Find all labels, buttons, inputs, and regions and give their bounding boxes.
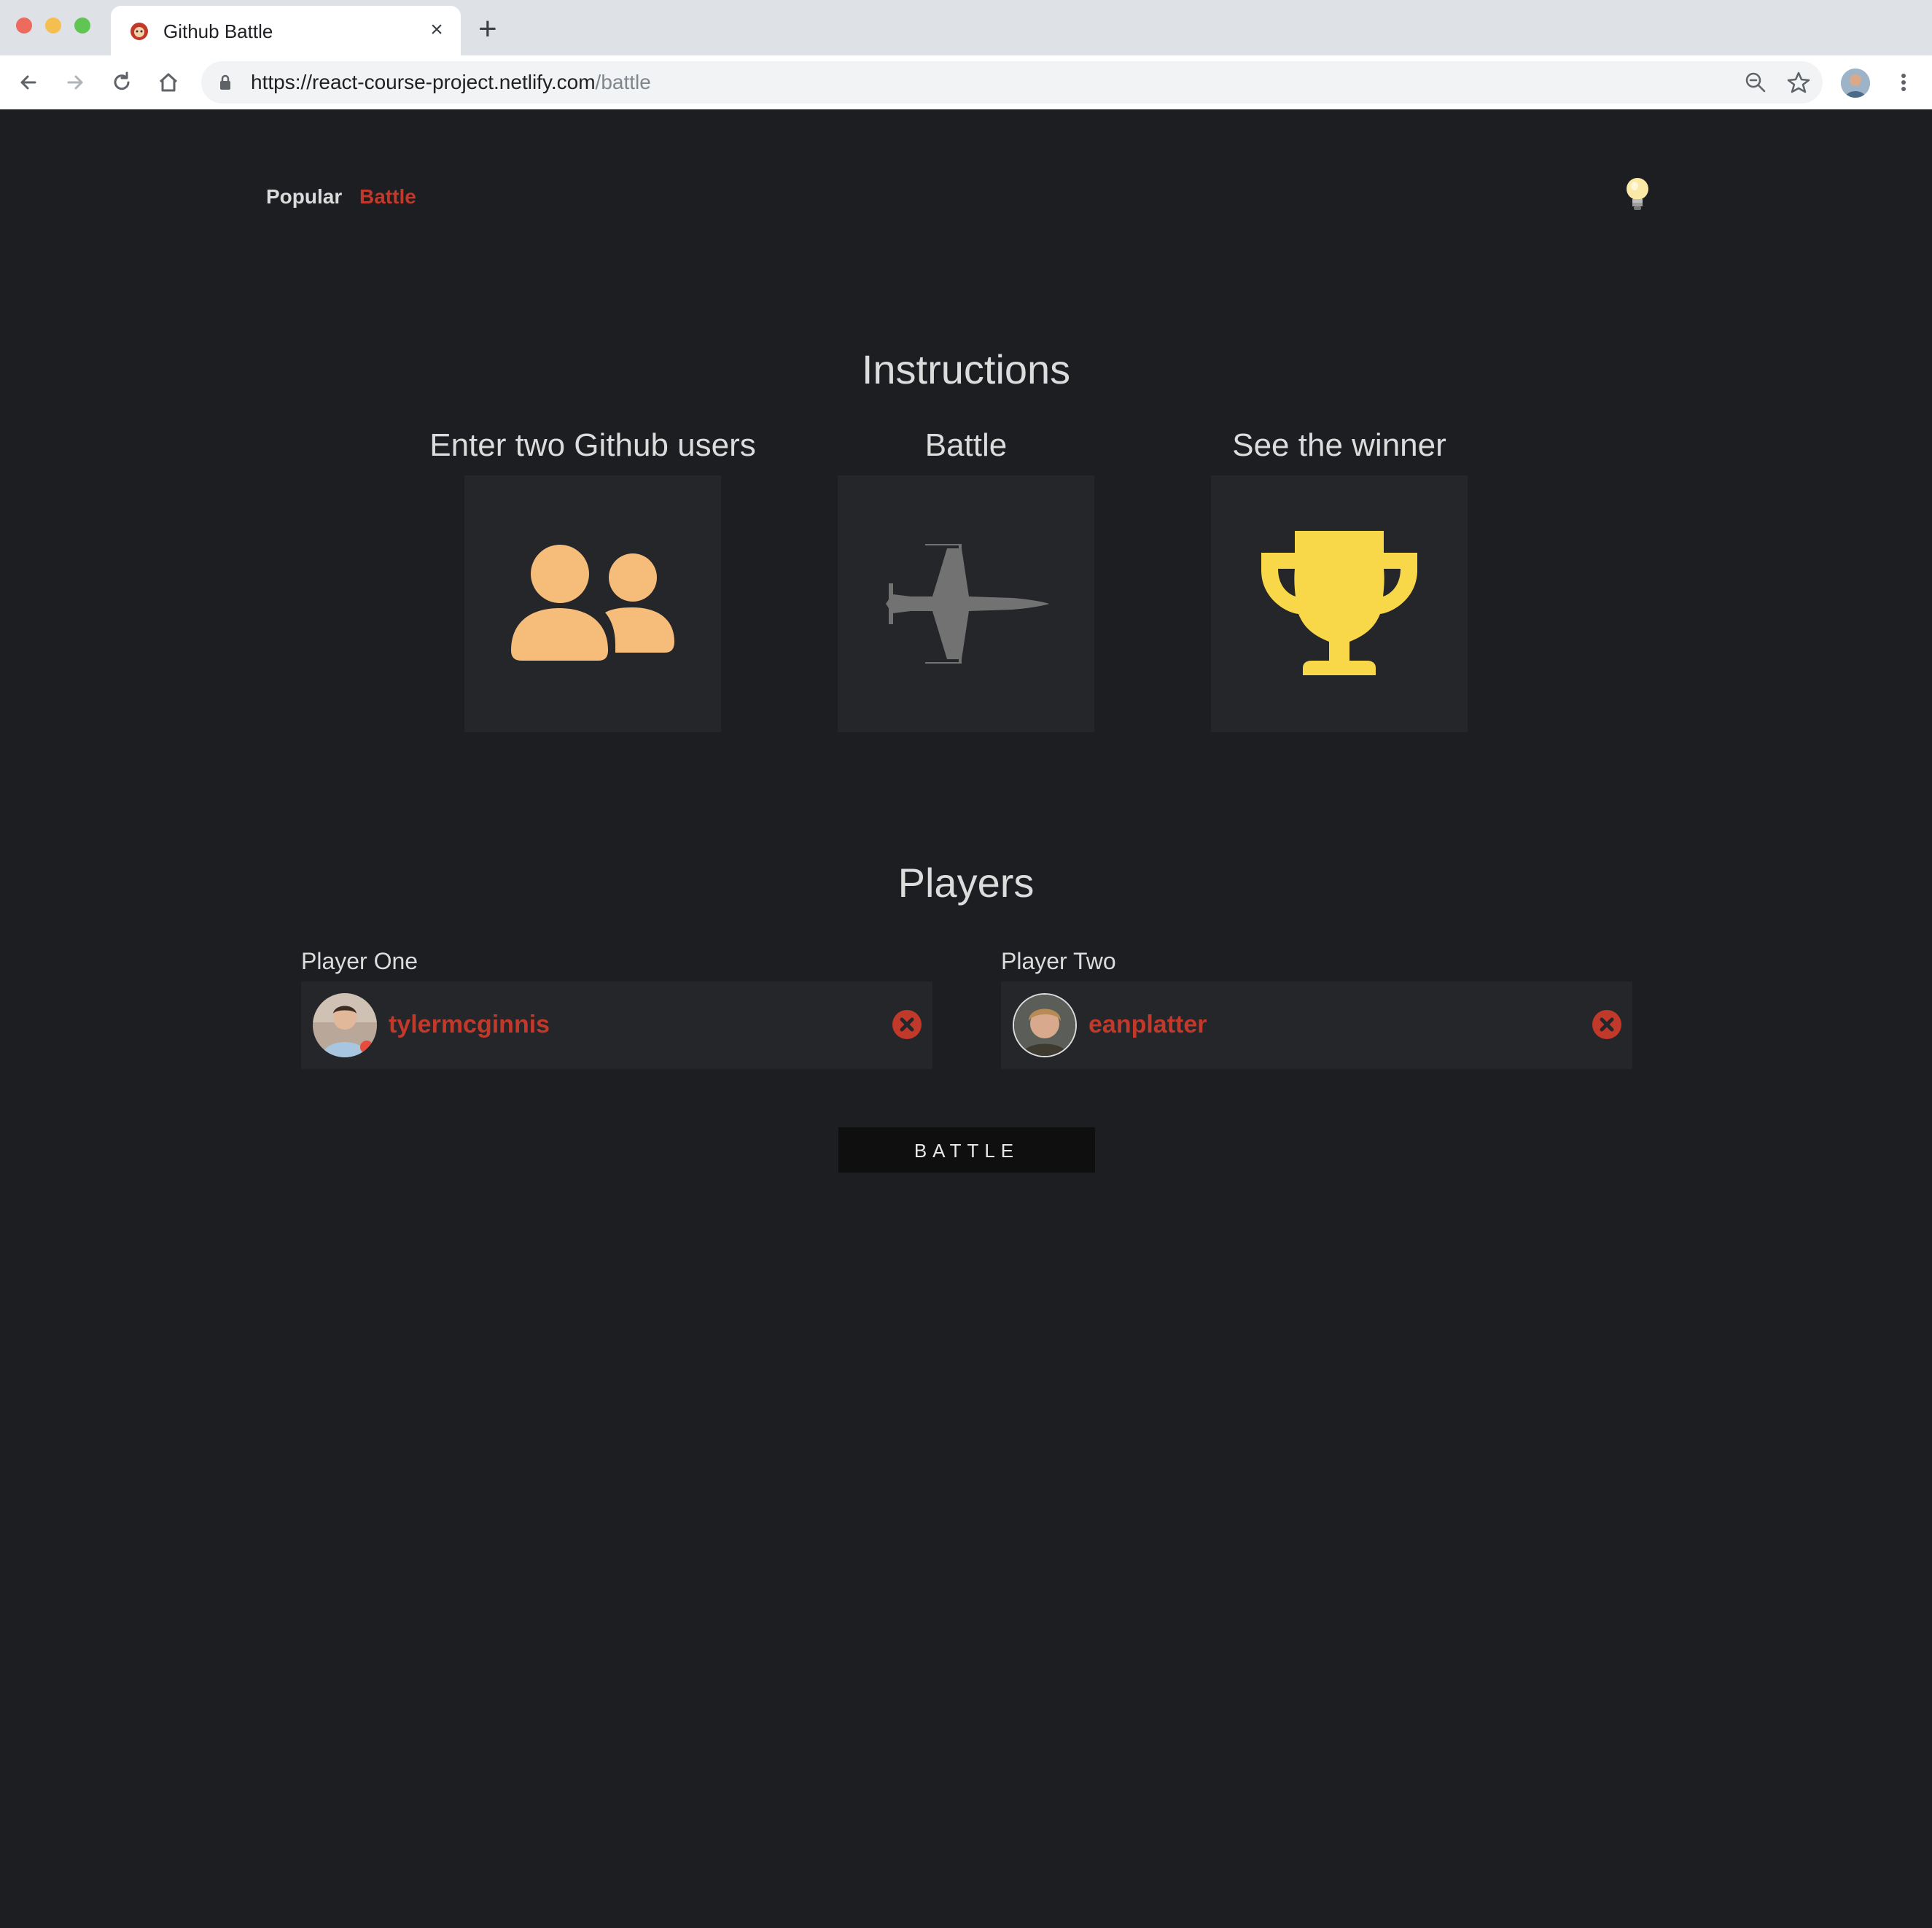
player-two-card: eanplatter [1001,982,1632,1069]
profile-avatar[interactable] [1841,69,1870,98]
browser-toolbar: https://react-course-project.netlify.com… [0,55,1932,110]
zoom-icon[interactable] [1744,71,1767,94]
address-bar[interactable]: https://react-course-project.netlify.com… [201,61,1823,104]
url-path: /battle [595,71,651,93]
main-nav: Popular Battle [266,185,428,209]
kebab-menu-icon[interactable] [1890,69,1917,96]
trophy-icon [1261,531,1417,675]
close-window-button[interactable] [16,18,32,34]
lock-icon [220,74,230,90]
player-two-label: Player Two [1001,948,1116,974]
home-icon[interactable] [155,69,182,96]
bookmark-star-icon[interactable] [1786,70,1811,95]
back-icon[interactable] [15,69,42,96]
nav-link-battle[interactable]: Battle [359,185,416,209]
nav-link-popular[interactable]: Popular [266,185,342,209]
step-see-winner: See the winner [1157,427,1522,732]
avatar [1013,993,1077,1057]
step-card [464,475,721,732]
browser-chrome: Github Battle × + https://react-course-p… [0,0,1932,110]
lightbulb-icon[interactable] [1624,176,1651,211]
step-card [838,475,1094,732]
url-text: https://react-course-project.netlify.com… [251,71,651,94]
tab-title: Github Battle [163,20,273,42]
url-host: https://react-course-project.netlify.com [251,71,596,93]
step-battle: Battle [784,427,1148,732]
step-label: See the winner [1232,427,1446,463]
player-one-label: Player One [301,948,418,974]
player-one-card: tylermcginnis [301,982,932,1069]
forward-icon[interactable] [61,69,89,96]
step-label: Battle [924,427,1008,463]
step-enter-users: Enter two Github users [410,427,775,732]
step-card [1211,475,1468,732]
remove-player-one-icon[interactable] [892,1009,922,1040]
reload-icon[interactable] [108,69,136,96]
minimize-window-button[interactable] [45,18,61,34]
player-two-username[interactable]: eanplatter [1088,1011,1207,1039]
tab-close-icon[interactable]: × [426,19,448,41]
instructions-title: Instructions [861,346,1071,392]
battle-button[interactable]: BATTLE [838,1127,1095,1173]
maximize-window-button[interactable] [74,18,90,34]
avatar [313,993,377,1057]
player-one-username[interactable]: tylermcginnis [389,1011,550,1039]
tab-strip: Github Battle × + [0,0,1932,55]
step-label: Enter two Github users [429,427,756,463]
page: Popular Battle Instructions Enter two Gi… [0,109,1932,1928]
fighter-jet-icon [886,544,1049,664]
browser-tab[interactable]: Github Battle × [111,6,461,55]
players-title: Players [897,860,1035,906]
favicon-icon [131,23,148,40]
new-tab-icon[interactable]: + [478,13,497,45]
remove-player-two-icon[interactable] [1592,1009,1622,1040]
users-icon [511,545,674,661]
